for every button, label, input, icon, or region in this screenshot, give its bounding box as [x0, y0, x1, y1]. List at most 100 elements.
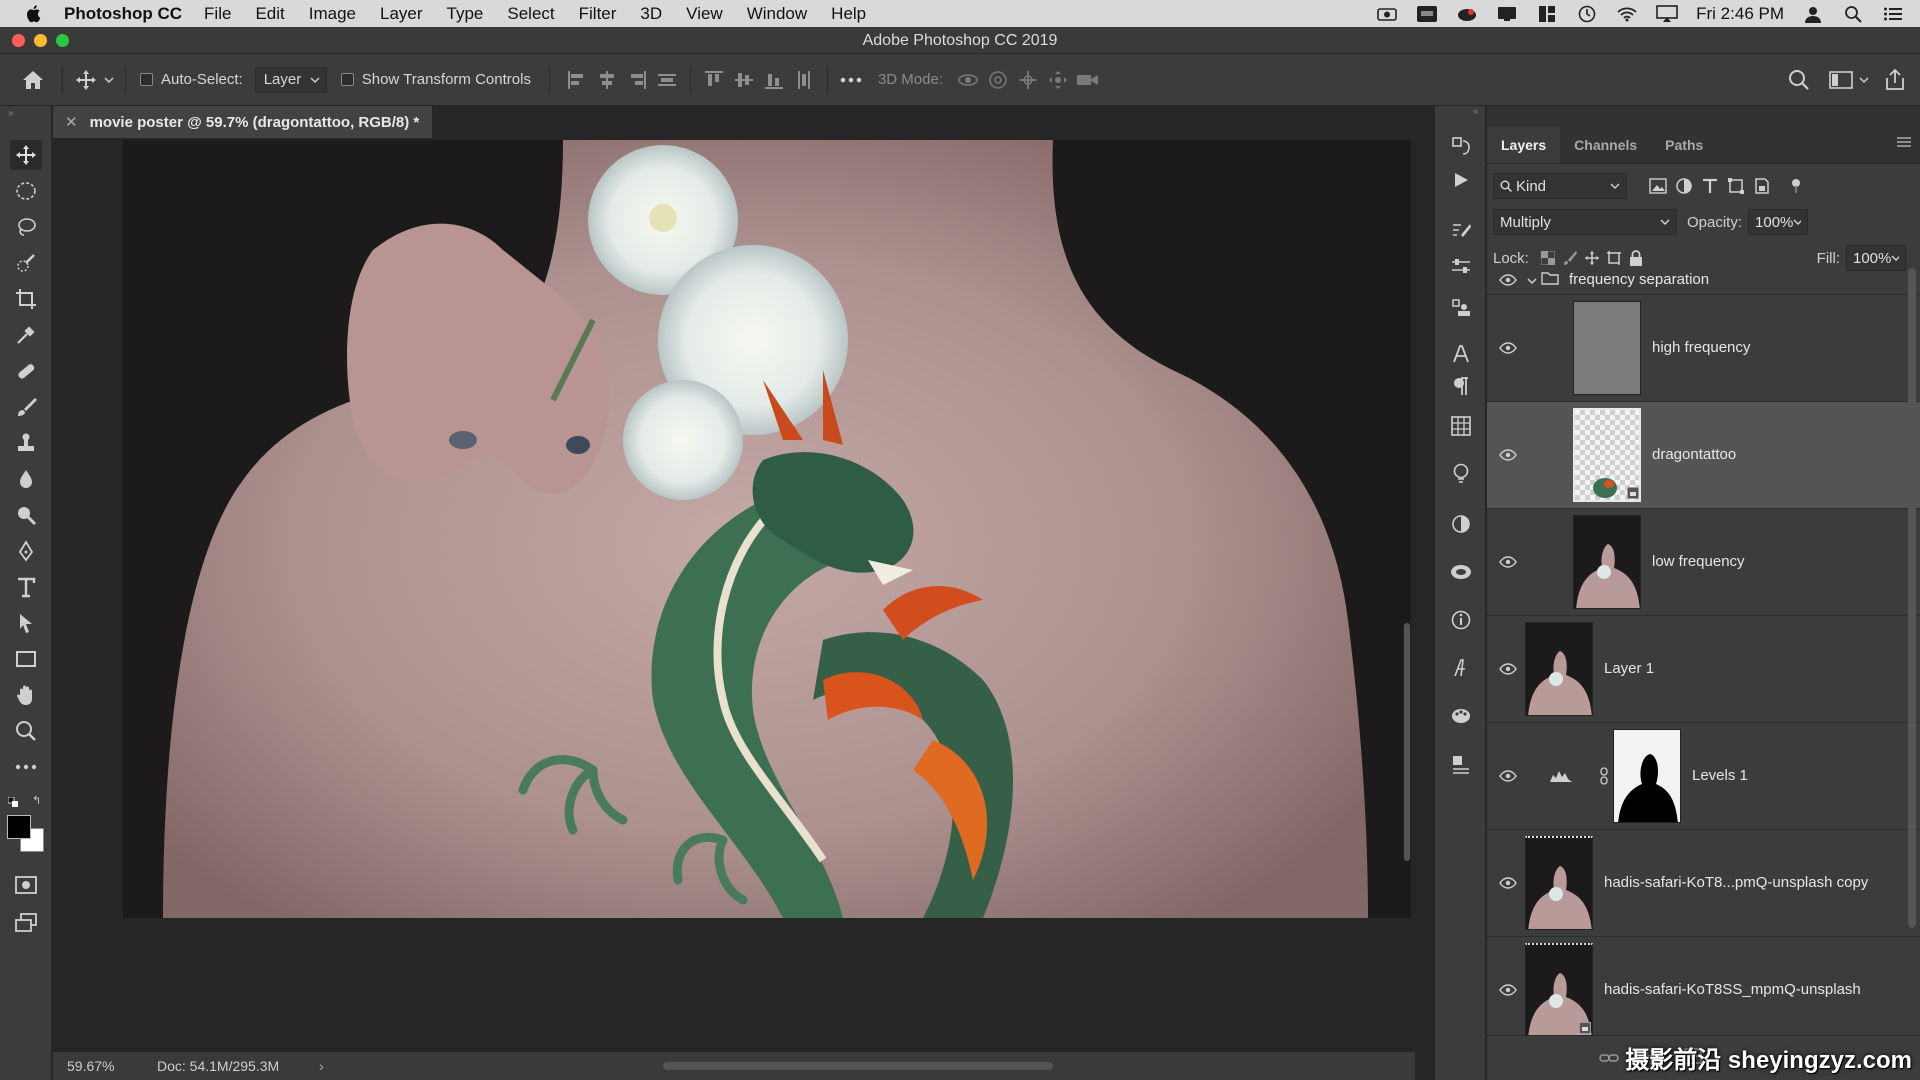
panel-collapse-handle[interactable]: » [8, 108, 14, 119]
actions-play-icon[interactable] [1447, 166, 1475, 194]
layer-row-layer-1[interactable]: Layer 1 [1487, 616, 1920, 723]
layer-row-dragontattoo[interactable]: dragontattoo [1487, 402, 1920, 509]
visibility-eye-icon[interactable] [1497, 337, 1519, 359]
brush-settings-icon[interactable] [1447, 218, 1475, 246]
spotlight-search-icon[interactable] [1842, 5, 1864, 23]
mask-link-icon[interactable] [1600, 767, 1608, 789]
align-left-icon[interactable] [562, 65, 592, 95]
adjustments-sliders-icon[interactable] [1447, 252, 1475, 280]
blend-mode-dropdown[interactable]: Multiply [1493, 209, 1677, 235]
screen-record-icon[interactable] [1376, 5, 1398, 23]
properties-panel-icon[interactable] [1447, 750, 1475, 778]
menubar-clock[interactable]: Fri 2:46 PM [1696, 4, 1784, 24]
menu-select[interactable]: Select [507, 4, 554, 24]
home-icon[interactable] [18, 65, 48, 95]
hand-tool-icon[interactable] [10, 680, 42, 710]
creative-cloud-icon[interactable] [1456, 5, 1478, 23]
align-horizontal-center-icon[interactable] [592, 65, 622, 95]
menu-app-name[interactable]: Photoshop CC [64, 4, 182, 24]
move-tool-icon[interactable] [10, 140, 42, 170]
edit-toolbar-icon[interactable] [10, 752, 42, 782]
apple-icon[interactable] [22, 3, 44, 25]
workspace-chevron-icon[interactable] [1856, 65, 1872, 95]
notification-center-icon[interactable] [1882, 5, 1904, 23]
character-panel-icon[interactable] [1447, 340, 1475, 368]
libraries-cloud-icon[interactable] [1447, 558, 1475, 586]
clone-source-icon[interactable] [1447, 294, 1475, 322]
swap-colors-icon[interactable]: ↰ [32, 794, 41, 807]
visibility-eye-icon[interactable] [1497, 658, 1519, 680]
chevron-down-icon[interactable] [1891, 254, 1899, 262]
layer-filter-kind-dropdown[interactable]: Kind [1493, 173, 1627, 199]
align-vertical-center-icon[interactable] [729, 65, 759, 95]
airplay-icon[interactable] [1656, 4, 1678, 23]
foreground-color-swatch[interactable] [7, 815, 31, 839]
clone-stamp-tool-icon[interactable] [10, 428, 42, 458]
wifi-icon[interactable] [1616, 5, 1638, 23]
layer-row-photo-original[interactable]: hadis-safari-KoT8SS_mpmQ-unsplash [1487, 937, 1920, 1035]
info-panel-icon[interactable] [1447, 606, 1475, 634]
show-transform-checkbox[interactable] [340, 73, 354, 86]
menu-filter[interactable]: Filter [579, 4, 617, 24]
3d-orbit-icon[interactable] [953, 65, 983, 95]
quick-mask-icon[interactable] [10, 870, 42, 900]
marquee-tool-icon[interactable] [10, 176, 42, 206]
image-canvas[interactable] [123, 140, 1411, 918]
menu-layer[interactable]: Layer [380, 4, 423, 24]
filter-pixel-icon[interactable] [1645, 173, 1671, 199]
layer-row-low-frequency[interactable]: low frequency [1487, 509, 1920, 616]
default-colors-icon[interactable] [7, 794, 18, 807]
close-document-icon[interactable]: ✕ [65, 113, 78, 131]
layer-row-group[interactable]: frequency separation [1487, 265, 1920, 295]
display-icon[interactable] [1496, 5, 1518, 23]
dodge-tool-icon[interactable] [10, 500, 42, 530]
type-tool-icon[interactable] [10, 572, 42, 602]
eyedropper-tool-icon[interactable] [10, 320, 42, 350]
tab-channels[interactable]: Channels [1560, 127, 1651, 163]
time-machine-icon[interactable] [1576, 5, 1598, 23]
more-options-icon[interactable] [836, 65, 866, 95]
color-palette-icon[interactable] [1447, 702, 1475, 730]
share-icon[interactable] [1880, 65, 1910, 95]
tool-preset-chevron-icon[interactable] [101, 65, 117, 95]
workspace-icon[interactable] [1826, 65, 1856, 95]
3d-slide-icon[interactable] [1043, 65, 1073, 95]
visibility-eye-icon[interactable] [1497, 444, 1519, 466]
pen-tool-icon[interactable] [10, 536, 42, 566]
filter-toggle-icon[interactable] [1783, 173, 1809, 199]
visibility-eye-icon[interactable] [1497, 765, 1519, 787]
3d-camera-icon[interactable] [1073, 65, 1103, 95]
chevron-down-icon[interactable] [1793, 218, 1802, 226]
link-layers-icon[interactable] [1599, 1048, 1619, 1069]
user-icon[interactable] [1802, 5, 1824, 23]
canvas-horizontal-scrollbar[interactable] [663, 1062, 1053, 1070]
panel-menu-icon[interactable] [1896, 135, 1912, 151]
group-collapse-chevron-icon[interactable] [1527, 272, 1537, 289]
auto-select-dropdown[interactable]: Layer [254, 66, 327, 93]
3d-roll-icon[interactable] [983, 65, 1013, 95]
crop-tool-icon[interactable] [10, 284, 42, 314]
filter-smart-object-icon[interactable] [1749, 173, 1775, 199]
layer-mask-thumbnail[interactable] [1613, 729, 1681, 823]
layer-row-levels-1[interactable]: Levels 1 [1487, 723, 1920, 830]
adjustments-panel-icon[interactable] [1447, 510, 1475, 538]
filter-adjustment-icon[interactable] [1671, 173, 1697, 199]
distribute-horizontal-icon[interactable] [652, 65, 682, 95]
menu-edit[interactable]: Edit [255, 4, 284, 24]
zoom-tool-icon[interactable] [10, 716, 42, 746]
align-bottom-icon[interactable] [759, 65, 789, 95]
opacity-input[interactable]: 100% [1748, 209, 1809, 235]
menu-file[interactable]: File [204, 4, 231, 24]
paragraph-panel-icon[interactable] [1447, 372, 1475, 400]
healing-brush-tool-icon[interactable] [10, 356, 42, 386]
layers-scrollbar[interactable] [1908, 268, 1916, 928]
brush-tool-icon[interactable] [10, 392, 42, 422]
align-top-icon[interactable] [699, 65, 729, 95]
visibility-eye-icon[interactable] [1497, 979, 1519, 1001]
visibility-eye-icon[interactable] [1497, 872, 1519, 894]
tab-layers[interactable]: Layers [1487, 127, 1561, 163]
3d-pan-icon[interactable] [1013, 65, 1043, 95]
grid-icon[interactable] [1536, 5, 1558, 23]
tab-paths[interactable]: Paths [1651, 127, 1717, 163]
scrollbar-thumb[interactable] [1403, 622, 1411, 862]
